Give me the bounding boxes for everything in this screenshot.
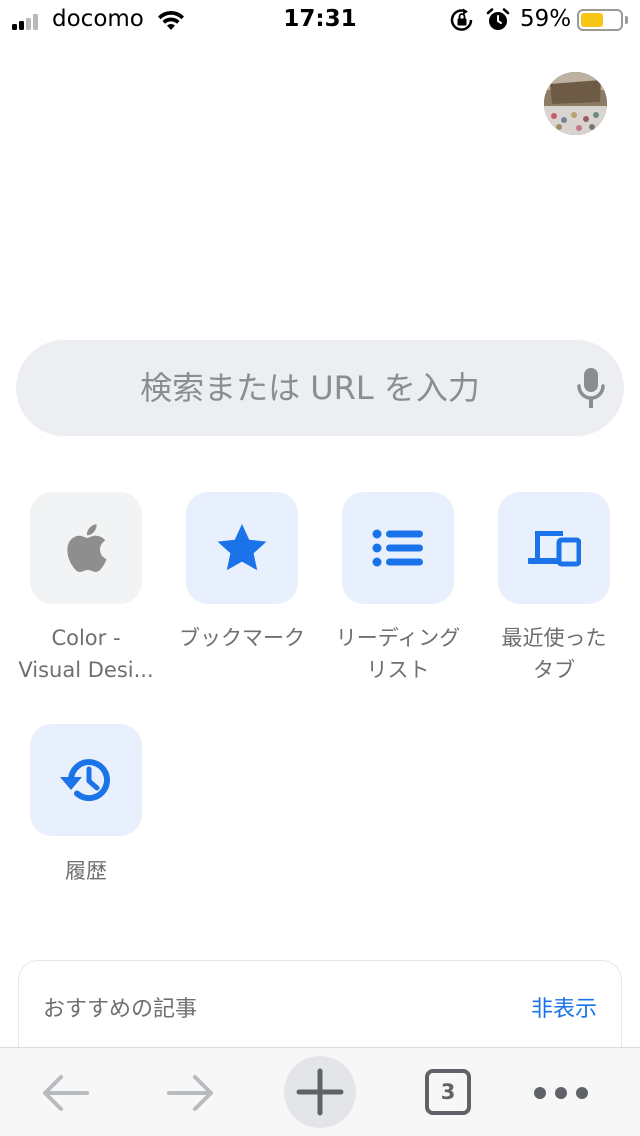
forward-button[interactable] [156,1048,226,1136]
shortcut-tile[interactable] [498,492,610,604]
status-bar: docomo 17:31 59% [0,0,640,40]
more-menu-button[interactable] [530,1048,592,1136]
shortcut-label: Visual Desi... [18,658,154,682]
history-icon [60,759,110,802]
search-bar[interactable]: 検索または URL を入力 [16,340,624,436]
battery-percent: 59% [520,6,572,32]
profile-avatar[interactable] [544,72,607,135]
bottom-toolbar: 3 [0,1047,640,1136]
hide-articles-button[interactable]: 非表示 [531,991,597,1023]
shortcut-label: 最近使った [501,626,607,650]
shortcut-label: リスト [366,658,430,682]
tab-switcher-button[interactable]: 3 [425,1069,471,1115]
battery-level-fill [581,13,603,27]
suggested-articles-card: おすすめの記事 非表示 [18,960,622,1060]
shortcut-label: リーディング [335,626,461,650]
shortcut-tile[interactable] [30,492,142,604]
forward-arrow-icon [167,1074,213,1111]
plus-icon [296,1068,344,1116]
avatar-photo [544,72,607,135]
back-arrow-icon [43,1074,89,1111]
suggested-articles-title: おすすめの記事 [43,997,198,1022]
apple-logo-icon [67,524,107,573]
alarm-icon [486,8,510,30]
shortcut-tile[interactable] [30,724,142,836]
shortcut-tile[interactable] [342,492,454,604]
devices-icon [528,531,581,567]
list-icon [372,529,423,567]
shortcut-label: ブックマーク [179,626,305,650]
microphone-icon[interactable] [574,366,608,410]
shortcut-label: 履歴 [65,859,107,883]
back-button[interactable] [30,1048,100,1136]
shortcut-label: Color - [51,626,121,650]
shortcut-tile[interactable] [186,492,298,604]
battery-nub [625,16,628,24]
battery-icon [577,9,623,31]
shortcut-label: タブ [533,658,575,682]
more-icon [534,1086,588,1099]
new-tab-button[interactable] [284,1056,356,1128]
rotation-lock-icon [450,8,473,31]
star-icon [217,524,267,571]
search-placeholder[interactable]: 検索または URL を入力 [16,340,624,436]
